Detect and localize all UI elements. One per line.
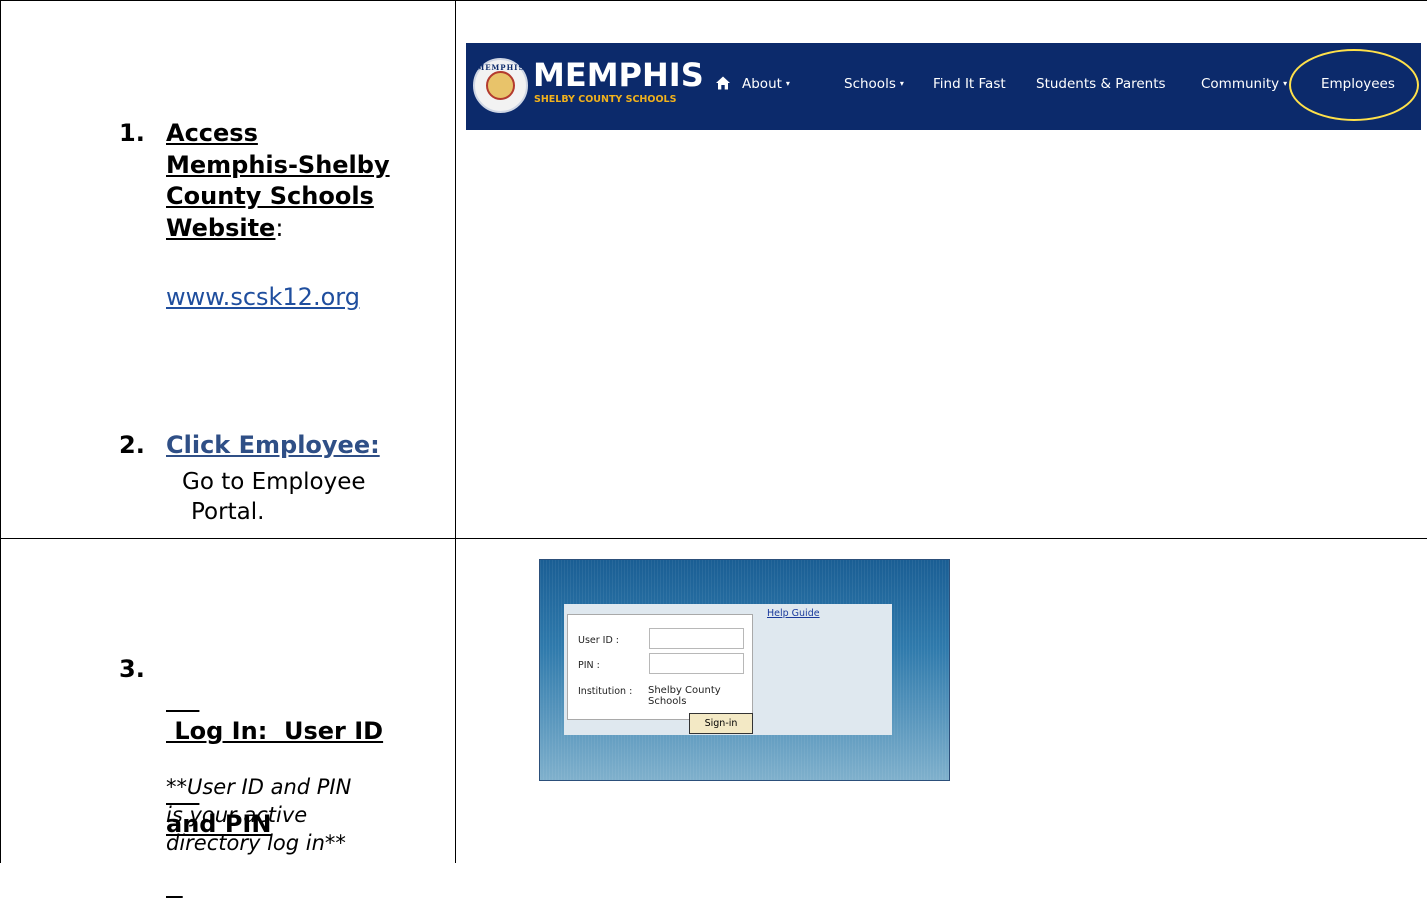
nav-item-schools[interactable]: Schools ▾ (844, 75, 904, 93)
table-row-divider (0, 538, 1427, 539)
chevron-down-icon: ▾ (785, 79, 790, 88)
seal-emblem (486, 71, 515, 100)
step-1-title-line: Access (166, 119, 258, 147)
institution-value: Shelby County Schools (648, 685, 721, 707)
step-3-title-line: Log In: User ID (166, 717, 384, 745)
sign-in-button[interactable]: Sign-in (689, 713, 753, 734)
chevron-down-icon: ▾ (899, 79, 904, 88)
website-navbar-screenshot: MEMPHIS MEMPHIS SHELBY COUNTY SCHOOLS Ab… (466, 43, 1421, 130)
nav-item-label: About (742, 76, 782, 92)
pin-field[interactable] (649, 653, 744, 674)
step-3: 3. Log In: User ID and PIN (119, 654, 449, 838)
login-panel: User ID : PIN : Institution : Shelby Cou… (564, 604, 892, 735)
user-id-label: User ID : (578, 635, 620, 646)
step-2-number: 2. (119, 431, 145, 459)
table-column-divider (455, 0, 456, 863)
login-form: User ID : PIN : Institution : Shelby Cou… (567, 614, 753, 720)
table-border-top (0, 0, 1427, 1)
step-2-title: Click Employee: (166, 431, 380, 459)
brand-subtitle: SHELBY COUNTY SCHOOLS (534, 94, 677, 105)
nav-item-label: Students & Parents (1036, 76, 1166, 92)
nav-item-label: Find It Fast (933, 76, 1006, 92)
user-id-field[interactable] (649, 628, 744, 649)
step-1-title: Access Memphis-Shelby County Schools Web… (166, 118, 390, 244)
step-1-title-line: Memphis-Shelby (166, 150, 390, 179)
brand-name: MEMPHIS (533, 56, 704, 94)
step-2: 2. Click Employee: (119, 430, 449, 470)
step-1-colon: : (275, 213, 284, 242)
nav-item-community[interactable]: Community ▾ (1201, 75, 1287, 93)
institution-label: Institution : (578, 686, 633, 697)
nav-item-find-it-fast[interactable]: Find It Fast (933, 75, 1006, 93)
table-border-left (0, 0, 1, 863)
highlight-circle (1289, 49, 1419, 121)
step-3-note-line: is your active (166, 803, 308, 827)
step-2-desc-line: Portal. (191, 499, 265, 525)
chevron-down-icon: ▾ (1283, 79, 1288, 88)
nav-item-label: Schools (844, 76, 896, 92)
district-seal-logo: MEMPHIS (473, 58, 528, 113)
pin-label: PIN : (578, 660, 600, 671)
step-3-note-line: directory log in** (166, 831, 346, 855)
step-1-title-line: County Schools (166, 182, 374, 210)
step-3-note-line: **User ID and PIN (166, 775, 352, 799)
login-screenshot: User ID : PIN : Institution : Shelby Cou… (539, 559, 950, 781)
nav-item-about[interactable]: About ▾ (742, 75, 790, 93)
step-3-number: 3. (119, 655, 145, 683)
home-icon[interactable] (715, 75, 731, 91)
help-guide-link[interactable]: Help Guide (767, 608, 820, 619)
nav-item-students-parents[interactable]: Students & Parents (1036, 75, 1166, 93)
nav-item-label: Community (1201, 76, 1280, 92)
step-1-title-line: Website (166, 213, 276, 242)
website-link[interactable]: www.scsk12.org (166, 282, 360, 313)
step-1-number: 1. (119, 119, 145, 147)
step-3-note: **User ID and PIN is your active directo… (166, 773, 351, 857)
step-2-desc-line: Go to Employee (182, 469, 366, 495)
step-2-description: Go to Employee Portal. (182, 467, 366, 527)
